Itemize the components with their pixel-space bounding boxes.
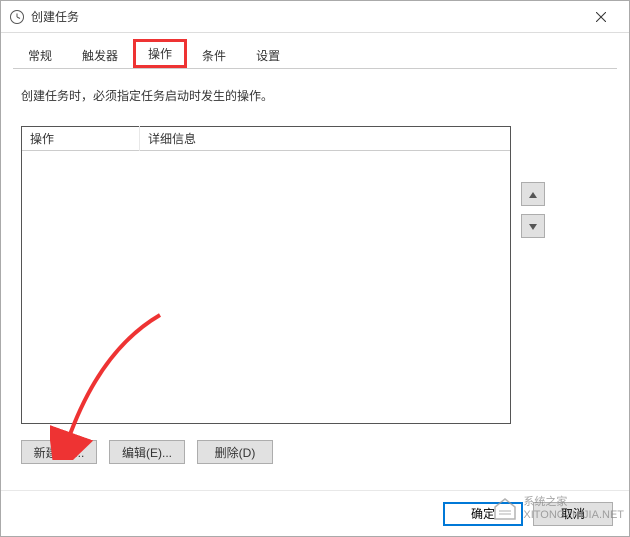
dialog-footer: 确定 取消 xyxy=(1,490,629,536)
reorder-buttons xyxy=(521,182,545,424)
action-button-row: 新建(N)... 编辑(E)... 删除(D) xyxy=(21,440,609,464)
new-button[interactable]: 新建(N)... xyxy=(21,440,97,464)
triangle-up-icon xyxy=(529,187,537,201)
triangle-down-icon xyxy=(529,219,537,233)
instruction-text: 创建任务时，必须指定任务启动时发生的操作。 xyxy=(21,87,609,104)
close-icon xyxy=(596,9,606,25)
content-area: 常规 触发器 操作 条件 设置 创建任务时，必须指定任务启动时发生的操作。 操作… xyxy=(1,33,629,490)
dialog-window: 创建任务 常规 触发器 操作 条件 设置 创建任务时，必须指定任务启动时发生的操… xyxy=(0,0,630,537)
window-title: 创建任务 xyxy=(31,8,79,25)
ok-button[interactable]: 确定 xyxy=(443,502,523,526)
cancel-button[interactable]: 取消 xyxy=(533,502,613,526)
col-detail[interactable]: 详细信息 xyxy=(140,126,510,151)
tab-strip: 常规 触发器 操作 条件 设置 xyxy=(13,41,617,69)
move-up-button[interactable] xyxy=(521,182,545,206)
delete-button[interactable]: 删除(D) xyxy=(197,440,273,464)
tab-triggers[interactable]: 触发器 xyxy=(67,41,133,69)
tab-settings[interactable]: 设置 xyxy=(241,41,295,69)
col-operation[interactable]: 操作 xyxy=(22,126,140,151)
close-button[interactable] xyxy=(581,3,621,31)
tab-actions[interactable]: 操作 xyxy=(133,39,187,68)
table-header: 操作 详细信息 xyxy=(22,127,510,151)
move-down-button[interactable] xyxy=(521,214,545,238)
titlebar: 创建任务 xyxy=(1,1,629,33)
edit-button[interactable]: 编辑(E)... xyxy=(109,440,185,464)
table-area: 操作 详细信息 xyxy=(21,126,609,424)
tab-general[interactable]: 常规 xyxy=(13,41,67,69)
actions-table[interactable]: 操作 详细信息 xyxy=(21,126,511,424)
tab-panel-actions: 创建任务时，必须指定任务启动时发生的操作。 操作 详细信息 xyxy=(13,69,617,478)
clock-icon xyxy=(9,9,25,25)
tab-conditions[interactable]: 条件 xyxy=(187,41,241,69)
